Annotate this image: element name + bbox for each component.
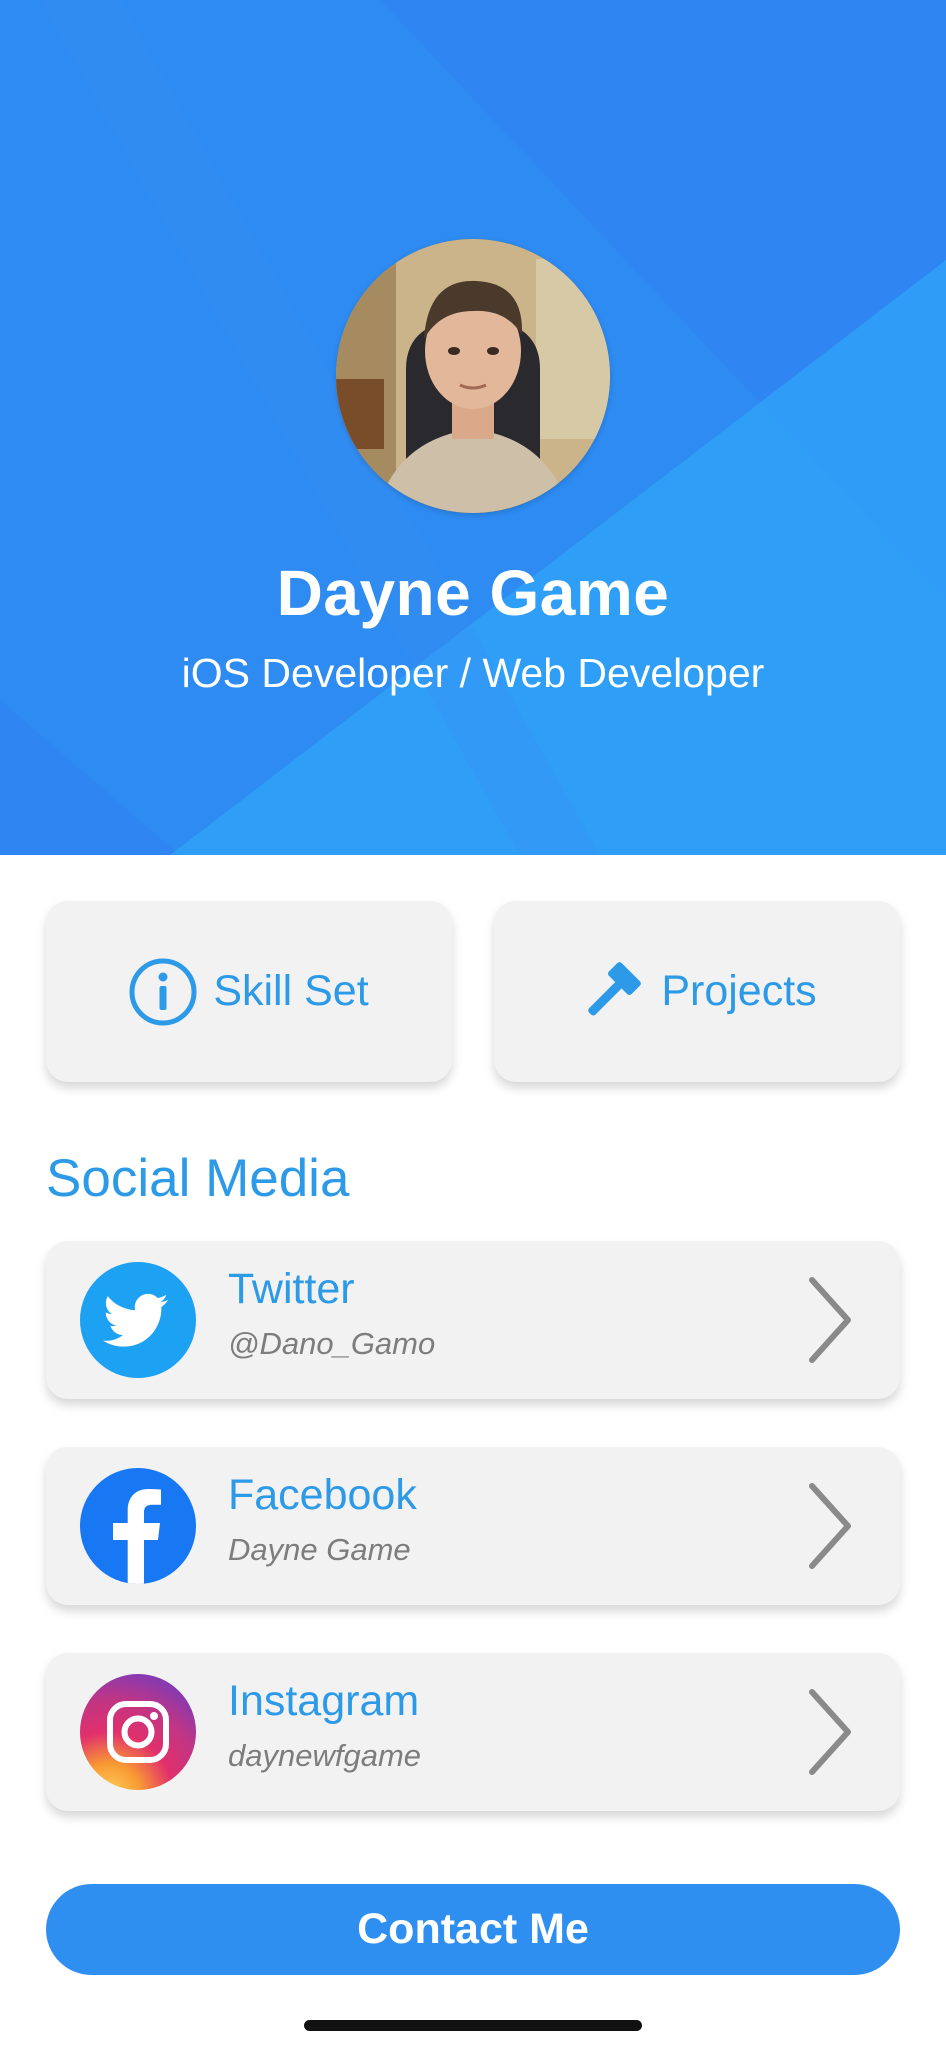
twitter-icon <box>80 1262 196 1378</box>
facebook-icon <box>80 1468 196 1584</box>
social-platform-label: Instagram <box>228 1677 420 1725</box>
social-platform-label: Twitter <box>228 1265 355 1313</box>
social-item-facebook[interactable]: Facebook Dayne Game <box>46 1447 900 1605</box>
projects-label: Projects <box>661 967 817 1015</box>
profile-photo <box>336 239 610 513</box>
social-handle: daynewfgame <box>228 1738 422 1773</box>
projects-button[interactable]: Projects <box>494 901 900 1082</box>
social-handle: Dayne Game <box>228 1532 411 1567</box>
chevron-right-icon <box>809 1689 851 1775</box>
social-item-instagram[interactable]: Instagram daynewfgame <box>46 1653 900 1811</box>
skill-set-label: Skill Set <box>213 967 369 1015</box>
chevron-right-icon <box>809 1483 851 1569</box>
info-icon <box>129 958 197 1025</box>
social-handle: @Dano_Gamo <box>228 1326 436 1361</box>
social-media-heading: Social Media <box>46 1149 350 1208</box>
skill-set-button[interactable]: Skill Set <box>46 901 452 1082</box>
profile-role: iOS Developer / Web Developer <box>181 650 765 696</box>
social-item-twitter[interactable]: Twitter @Dano_Gamo <box>46 1241 900 1399</box>
instagram-icon <box>80 1674 196 1790</box>
profile-name: Dayne Game <box>276 557 670 629</box>
social-platform-label: Facebook <box>228 1471 417 1519</box>
home-indicator[interactable] <box>304 2020 642 2031</box>
profile-header: Dayne Game iOS Developer / Web Developer <box>0 0 946 855</box>
chevron-right-icon <box>809 1277 851 1363</box>
hammer-icon <box>588 961 642 1016</box>
contact-me-button[interactable]: Contact Me <box>46 1884 900 1975</box>
